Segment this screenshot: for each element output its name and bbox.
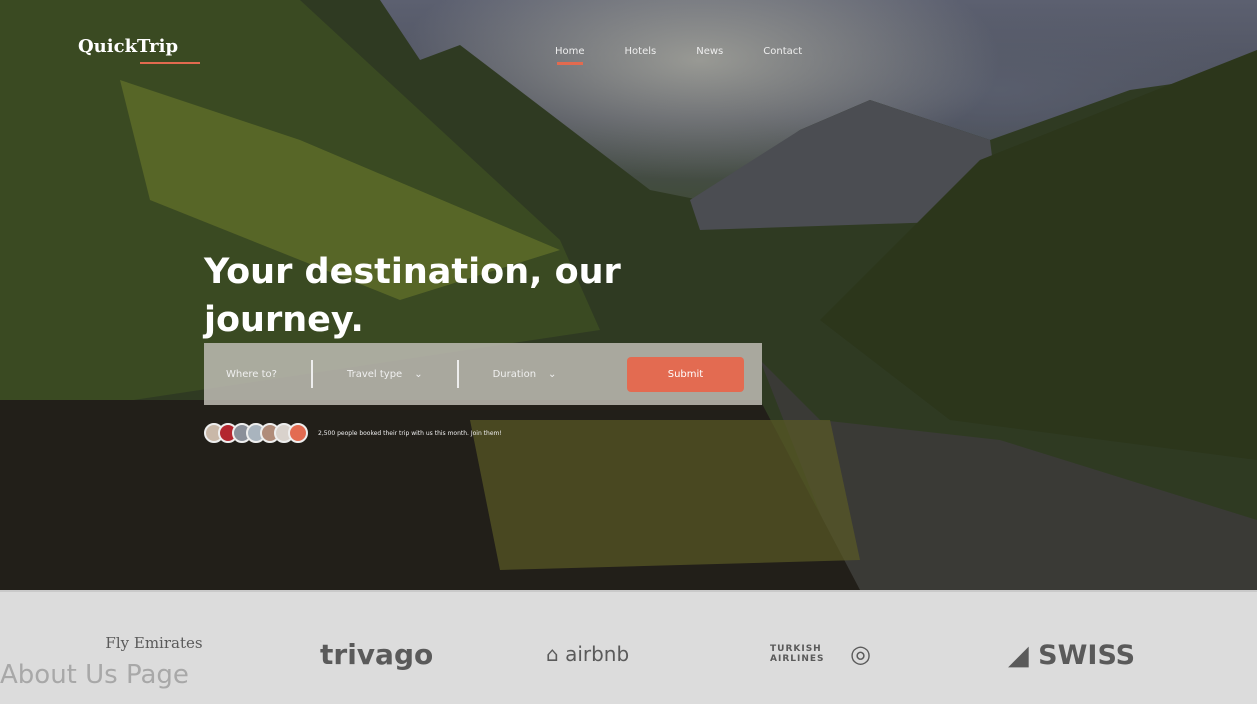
duration-label: Duration [492, 368, 537, 380]
social-proof: 2,500 people booked their trip with us t… [204, 423, 502, 443]
nav-news[interactable]: News [696, 46, 723, 57]
turkish-logo-icon: ◎ [850, 640, 871, 668]
hero-title: Your destination, our journey. [204, 252, 621, 340]
partners-strip: Fly Emirates trivago ⌂ airbnb TURKISH AI… [0, 590, 1257, 704]
search-bar: Where to? Travel type ⌄ Duration ⌄ Submit [204, 343, 762, 405]
nav-contact[interactable]: Contact [763, 46, 802, 57]
duration-select[interactable]: Duration ⌄ [493, 369, 557, 380]
swiss-icon: ◢ [1008, 640, 1029, 671]
submit-button[interactable]: Submit [627, 356, 744, 392]
partner-turkish: TURKISH AIRLINES [770, 644, 825, 664]
divider [310, 360, 313, 388]
partner-airbnb: ⌂ airbnb [546, 642, 630, 666]
avatar-more [288, 423, 308, 443]
chevron-down-icon: ⌄ [414, 368, 423, 380]
where-placeholder: Where to? [226, 368, 277, 380]
hero-section: QuickTrip Home Hotels News Contact Your … [0, 0, 1257, 590]
airbnb-icon: ⌂ [546, 642, 559, 666]
partner-emirates: Fly Emirates [105, 634, 203, 652]
nav-hotels[interactable]: Hotels [625, 46, 657, 57]
chevron-down-icon: ⌄ [548, 368, 557, 380]
divider [456, 360, 459, 388]
brand-logo[interactable]: QuickTrip [78, 36, 178, 57]
travel-type-select[interactable]: Travel type ⌄ [347, 369, 423, 380]
travel-type-label: Travel type [346, 368, 403, 380]
logo-underline [140, 62, 200, 64]
main-nav: Home Hotels News Contact [555, 46, 802, 65]
about-us-label: About Us Page [0, 660, 189, 690]
partner-swiss: ◢ SWISS [1008, 640, 1136, 671]
partner-trivago: trivago [320, 638, 434, 671]
nav-home[interactable]: Home [555, 46, 585, 65]
where-input[interactable]: Where to? [226, 369, 277, 380]
social-proof-text: 2,500 people booked their trip with us t… [318, 429, 502, 437]
